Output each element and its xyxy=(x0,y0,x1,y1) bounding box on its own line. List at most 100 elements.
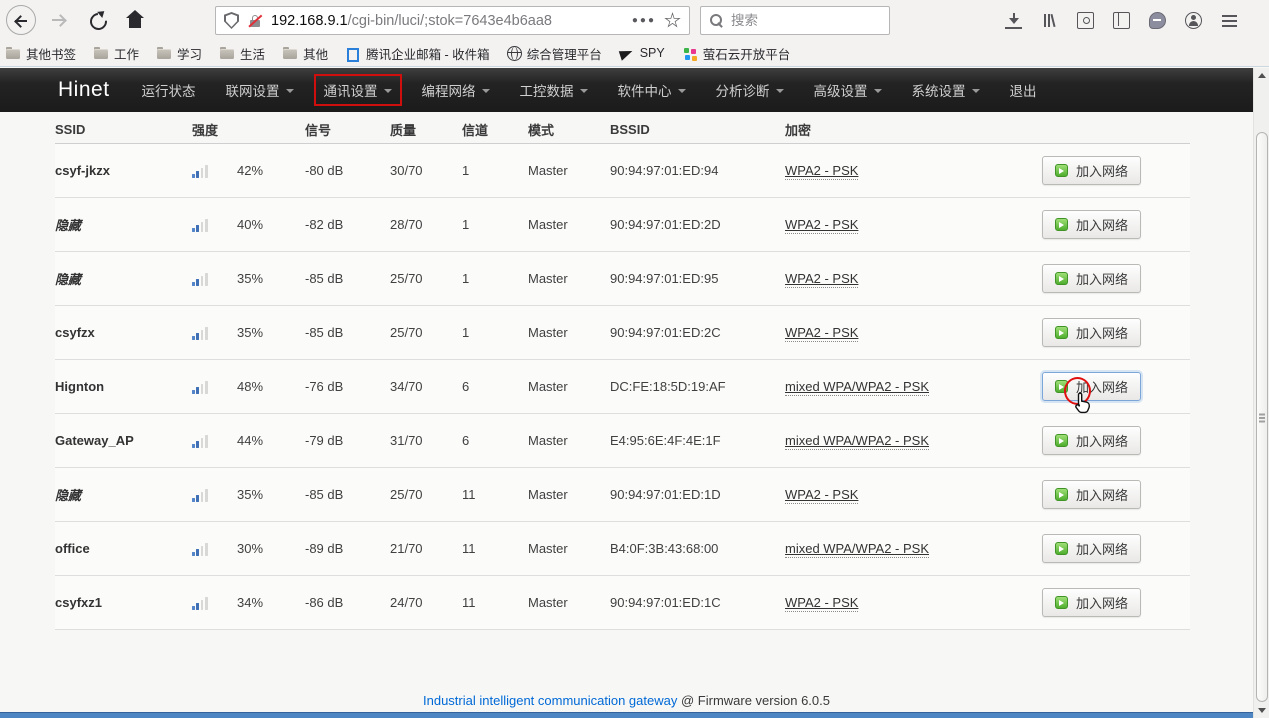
encryption-value: mixed WPA/WPA2 - PSK xyxy=(785,541,929,558)
scroll-down-arrow[interactable] xyxy=(1254,703,1269,718)
nav-menu-item[interactable]: 分析诊断 xyxy=(716,80,784,100)
ssid-value: csyfxz1 xyxy=(55,595,192,610)
toolbar-action-icon[interactable] xyxy=(1005,12,1022,29)
join-network-button[interactable]: 加入网络 xyxy=(1042,156,1141,185)
nav-menu-item[interactable]: 工控数据 xyxy=(520,80,588,100)
signal-strength-icon xyxy=(192,542,210,556)
vertical-scrollbar[interactable] xyxy=(1253,68,1269,718)
bookmark-icon xyxy=(619,46,635,60)
col-header-channel: 信道 xyxy=(462,120,528,139)
bookmark-item[interactable]: 其他 xyxy=(282,44,328,63)
chevron-down-icon xyxy=(580,89,588,93)
browser-nav-button[interactable] xyxy=(6,5,36,35)
bookmark-label: 腾讯企业邮箱 - 收件箱 xyxy=(366,44,490,63)
join-play-icon xyxy=(1055,380,1068,393)
nav-menu-item[interactable]: 高级设置 xyxy=(814,80,882,100)
channel-value: 1 xyxy=(462,325,528,340)
join-network-button[interactable]: 加入网络 xyxy=(1042,372,1141,401)
nav-menu-item[interactable]: 联网设置 xyxy=(226,80,294,100)
chevron-down-icon xyxy=(972,89,980,93)
bookmark-label: 其他书签 xyxy=(26,44,76,63)
action-cell: 加入网络 xyxy=(1042,426,1185,455)
col-header-bssid: BSSID xyxy=(610,122,785,137)
bookmark-item[interactable]: 其他书签 xyxy=(5,44,76,63)
signal-strength-icon xyxy=(192,272,210,286)
browser-nav-button[interactable] xyxy=(120,5,150,35)
quality-value: 28/70 xyxy=(390,217,462,232)
nav-menu-item[interactable]: 软件中心 xyxy=(618,80,686,100)
bookmark-item[interactable]: 学习 xyxy=(156,44,202,63)
join-network-button[interactable]: 加入网络 xyxy=(1042,318,1141,347)
join-network-button[interactable]: 加入网络 xyxy=(1042,534,1141,563)
ssid-value: 隐藏 xyxy=(55,485,192,504)
toolbar-action-icon[interactable] xyxy=(1113,12,1130,29)
brand-logo[interactable]: Hinet xyxy=(58,78,110,102)
scroll-up-arrow[interactable] xyxy=(1254,68,1269,83)
url-bar[interactable]: 192.168.9.1/cgi-bin/luci/;stok=7643e4b6a… xyxy=(215,6,690,35)
url-text[interactable]: 192.168.9.1/cgi-bin/luci/;stok=7643e4b6a… xyxy=(271,13,624,29)
nav-menu-item[interactable]: 退出 xyxy=(1010,80,1037,100)
bssid-value: 90:94:97:01:ED:94 xyxy=(610,163,785,178)
mode-value: Master xyxy=(528,433,610,448)
strength-value: 42% xyxy=(237,163,263,178)
mode-value: Master xyxy=(528,541,610,556)
encryption-value: WPA2 - PSK xyxy=(785,595,858,612)
col-header-ssid: SSID xyxy=(55,122,192,137)
shield-icon[interactable] xyxy=(224,12,239,29)
chevron-down-icon xyxy=(482,89,490,93)
gateway-link[interactable]: Industrial intelligent communication gat… xyxy=(423,693,677,708)
wifi-table-row: 隐藏 35% -85 dB 25/70 11 Master 90:94:97:0… xyxy=(55,468,1190,522)
action-cell: 加入网络 xyxy=(1042,156,1185,185)
join-network-button[interactable]: 加入网络 xyxy=(1042,588,1141,617)
action-cell: 加入网络 xyxy=(1042,264,1185,293)
join-network-button[interactable]: 加入网络 xyxy=(1042,264,1141,293)
nav-menu-label: 联网设置 xyxy=(226,80,280,100)
join-button-label: 加入网络 xyxy=(1076,269,1128,288)
toolbar-action-icon[interactable] xyxy=(1041,12,1058,29)
strength-cell: 42% xyxy=(192,163,305,178)
nav-menu-item[interactable]: 运行状态 xyxy=(142,80,196,100)
join-play-icon xyxy=(1055,542,1068,555)
toolbar-action-icon[interactable] xyxy=(1185,12,1202,29)
quality-value: 25/70 xyxy=(390,271,462,286)
channel-value: 1 xyxy=(462,271,528,286)
nav-menu-label: 工控数据 xyxy=(520,80,574,100)
join-network-button[interactable]: 加入网络 xyxy=(1042,480,1141,509)
bssid-value: 90:94:97:01:ED:1D xyxy=(610,487,785,502)
nav-menu-item[interactable]: 系统设置 xyxy=(912,80,980,100)
nav-menu-item[interactable]: 通讯设置 xyxy=(324,80,392,100)
join-network-button[interactable]: 加入网络 xyxy=(1042,210,1141,239)
scrollbar-thumb[interactable] xyxy=(1256,132,1268,702)
toolbar-action-icon[interactable] xyxy=(1221,12,1238,29)
page-actions-icon[interactable]: ●●● xyxy=(632,15,656,26)
ssid-value: Hignton xyxy=(55,379,192,394)
browser-nav-button[interactable] xyxy=(82,5,112,35)
wifi-table-row: csyfxz1 34% -86 dB 24/70 11 Master 90:94… xyxy=(55,576,1190,630)
wifi-table-row: office 30% -89 dB 21/70 11 Master B4:0F:… xyxy=(55,522,1190,576)
wifi-table-row: Gateway_AP 44% -79 dB 31/70 6 Master E4:… xyxy=(55,414,1190,468)
bookmark-item[interactable]: 萤石云开放平台 xyxy=(682,44,791,63)
bookmark-icon xyxy=(507,46,522,61)
mode-value: Master xyxy=(528,325,610,340)
toolbar-action-icon[interactable] xyxy=(1149,12,1166,29)
bookmark-item[interactable]: 生活 xyxy=(219,44,265,63)
signal-strength-icon xyxy=(192,434,210,448)
bookmark-item[interactable]: 综合管理平台 xyxy=(507,44,602,63)
bookmark-icon xyxy=(5,46,21,60)
search-box[interactable] xyxy=(700,6,890,35)
encryption-value: mixed WPA/WPA2 - PSK xyxy=(785,379,929,396)
browser-nav-button[interactable] xyxy=(44,5,74,35)
bssid-value: 90:94:97:01:ED:2C xyxy=(610,325,785,340)
nav-menu-item[interactable]: 编程网络 xyxy=(422,80,490,100)
mode-value: Master xyxy=(528,595,610,610)
table-header-row: SSID 强度 信号 质量 信道 模式 BSSID 加密 xyxy=(55,116,1190,144)
bookmark-item[interactable]: 工作 xyxy=(93,44,139,63)
bookmark-item[interactable]: 腾讯企业邮箱 - 收件箱 xyxy=(345,44,490,63)
search-input[interactable] xyxy=(731,13,908,28)
bookmark-item[interactable]: SPY xyxy=(619,46,665,60)
strength-cell: 35% xyxy=(192,325,305,340)
bookmark-icon xyxy=(682,46,698,60)
bookmark-star-icon[interactable] xyxy=(664,12,681,29)
toolbar-action-icon[interactable] xyxy=(1077,12,1094,29)
join-network-button[interactable]: 加入网络 xyxy=(1042,426,1141,455)
